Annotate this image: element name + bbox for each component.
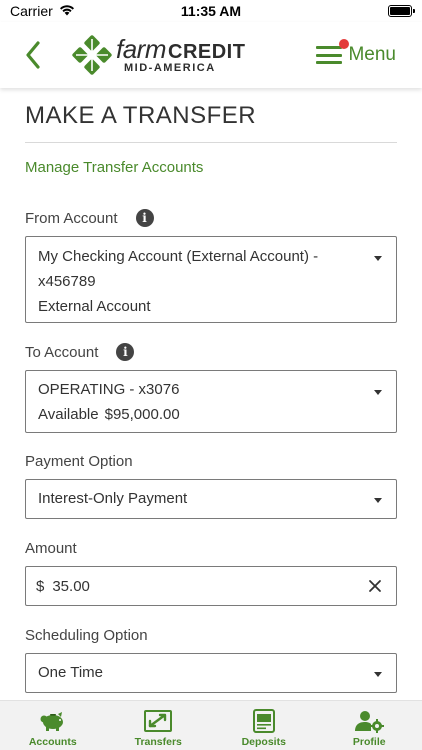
chevron-left-icon — [26, 41, 40, 69]
carrier-label: Carrier — [10, 3, 53, 19]
back-button[interactable] — [8, 22, 58, 88]
info-icon[interactable]: i — [116, 343, 135, 361]
from-account-type: External Account — [38, 298, 151, 315]
scheduling-option-value: One Time — [38, 664, 104, 681]
available-balance-row: Available $95,000.00 — [38, 402, 384, 427]
app-header: farm CREDIT MID-AMERICA Menu — [0, 22, 422, 88]
caret-down-icon — [374, 498, 382, 503]
amount-label-row: Amount — [25, 540, 397, 557]
scheduling-option-label: Scheduling Option — [25, 627, 148, 644]
caret-down-icon — [374, 672, 382, 677]
amount-input[interactable] — [52, 577, 333, 595]
available-label: Available — [38, 406, 99, 423]
to-account-name: OPERATING - x3076 — [38, 381, 180, 398]
from-account-number: x456789 — [38, 273, 96, 290]
menu-button[interactable]: Menu — [316, 39, 396, 66]
logo-word-credit: CREDIT — [168, 41, 246, 63]
from-account-label-row: From Account i — [25, 209, 397, 227]
to-account-select[interactable]: OPERATING - x3076 Available $95,000.00 — [25, 370, 397, 433]
to-account-label-row: To Account i — [25, 343, 397, 361]
tab-transfers[interactable]: Transfers — [106, 701, 212, 750]
tab-accounts[interactable]: Accounts — [0, 701, 106, 750]
scheduling-option-label-row: Scheduling Option — [25, 627, 397, 644]
clear-icon[interactable] — [364, 575, 386, 597]
tab-transfers-label: Transfers — [134, 736, 182, 748]
title-divider — [25, 142, 397, 143]
battery-icon — [388, 5, 415, 17]
tab-deposits-label: Deposits — [241, 736, 286, 748]
piggy-bank-icon — [37, 708, 69, 734]
tab-profile-label: Profile — [352, 736, 386, 748]
tab-profile[interactable]: Profile — [317, 701, 422, 750]
manage-transfer-accounts-link[interactable]: Manage Transfer Accounts — [25, 159, 397, 176]
info-icon[interactable]: i — [135, 209, 154, 227]
payment-option-value: Interest-Only Payment — [38, 490, 188, 507]
status-bar: Carrier 11:35 AM — [0, 0, 422, 22]
from-account-label: From Account — [25, 209, 118, 227]
to-account-label: To Account — [25, 343, 99, 361]
payment-option-label-row: Payment Option — [25, 453, 397, 470]
hamburger-icon — [316, 39, 350, 64]
transfer-form: MAKE A TRANSFER Manage Transfer Accounts… — [0, 88, 422, 700]
tab-accounts-label: Accounts — [28, 736, 77, 748]
payment-option-select[interactable]: Interest-Only Payment — [25, 479, 397, 519]
caret-down-icon — [374, 390, 382, 395]
amount-field: $ — [25, 566, 397, 606]
wifi-icon — [59, 3, 75, 19]
logo-word-farm: farm — [116, 34, 167, 64]
from-account-select[interactable]: My Checking Account (External Account) -… — [25, 236, 397, 323]
payment-option-label: Payment Option — [25, 453, 133, 470]
scheduling-option-select[interactable]: One Time — [25, 653, 397, 693]
amount-label: Amount — [25, 540, 77, 557]
transfer-arrows-icon — [142, 708, 174, 734]
profile-gear-icon — [353, 708, 385, 734]
tab-deposits[interactable]: Deposits — [211, 701, 317, 750]
menu-label: Menu — [348, 44, 396, 65]
currency-symbol: $ — [36, 577, 45, 595]
logo-subtitle: MID-AMERICA — [124, 62, 216, 74]
logo-leaf-icon — [72, 35, 112, 75]
farm-credit-logo: farm CREDIT MID-AMERICA — [72, 35, 245, 75]
bottom-tab-bar: Accounts Transfers Deposits Profile — [0, 700, 422, 750]
from-account-name: My Checking Account (External Account) - — [38, 248, 319, 265]
caret-down-icon — [374, 256, 382, 261]
check-deposit-icon — [248, 708, 280, 734]
page-title: MAKE A TRANSFER — [25, 102, 257, 129]
available-balance: $95,000.00 — [104, 406, 180, 423]
